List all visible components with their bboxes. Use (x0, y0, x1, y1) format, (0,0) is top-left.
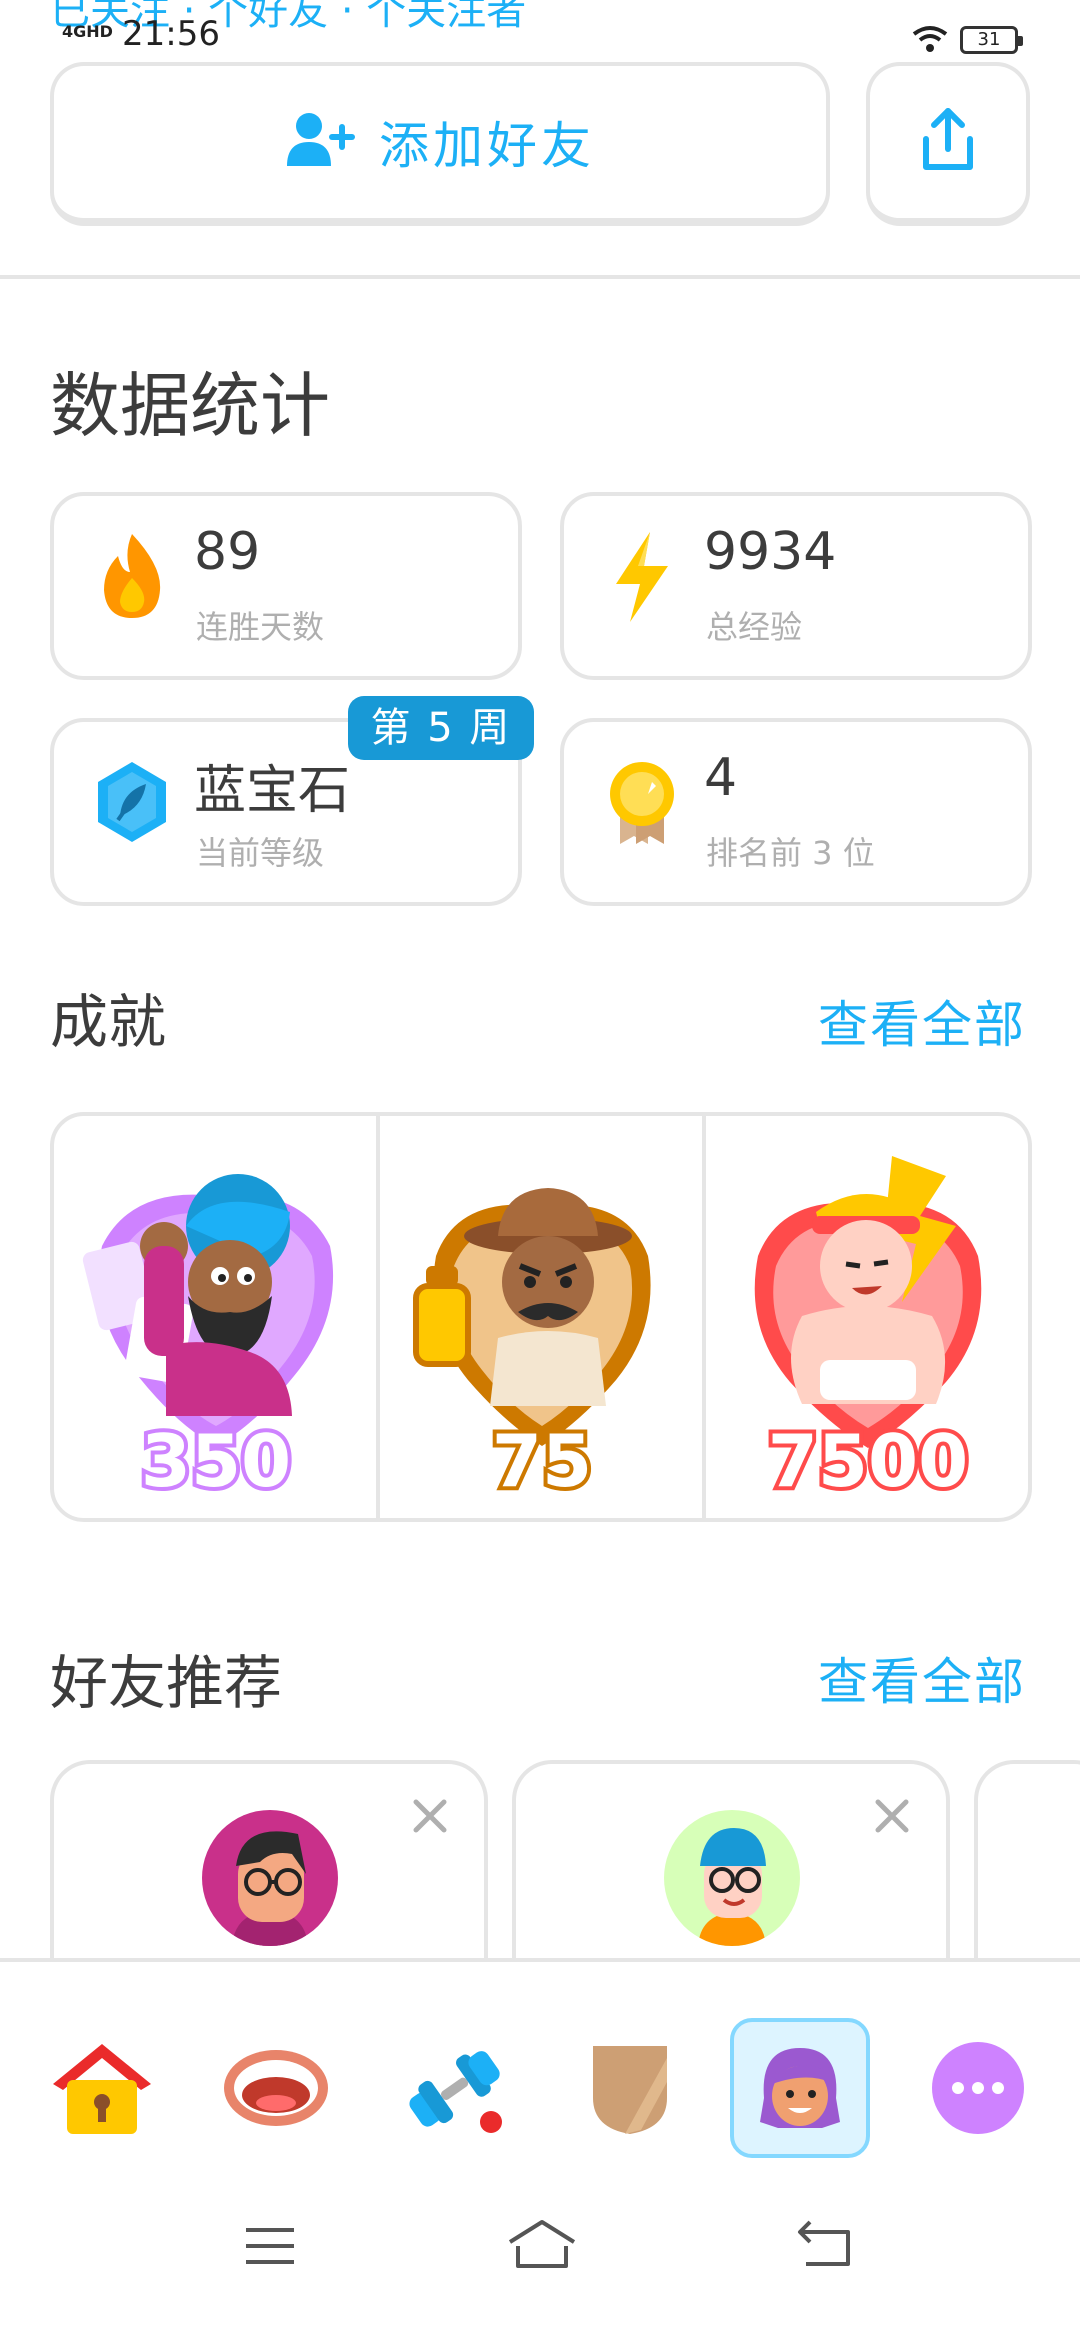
home-nav-icon[interactable] (506, 2216, 578, 2272)
section-divider (0, 275, 1080, 279)
friend-suggestion-card[interactable] (974, 1760, 1080, 1980)
add-person-icon (285, 110, 357, 174)
home-icon (53, 2044, 151, 2134)
sapphire-league-icon (92, 752, 172, 852)
tab-more[interactable] (908, 2018, 1048, 2158)
achievements-panel: 350 75 7500 (50, 1112, 1032, 1522)
champion-achievement[interactable]: 7500 (706, 1116, 1028, 1518)
dumbbell-icon (409, 2051, 502, 2133)
add-friend-label: 添加好友 (379, 117, 595, 175)
share-button[interactable] (866, 62, 1030, 226)
mouth-icon (224, 2050, 328, 2126)
stats-title: 数据统计 (50, 365, 330, 447)
streak-label: 连胜天数 (196, 608, 325, 646)
league-value: 蓝宝石 (194, 761, 351, 821)
explorer-achievement[interactable]: 75 (380, 1116, 706, 1518)
week-badge: 第 5 周 (348, 696, 534, 760)
streak-stat-card: 89 连胜天数 (50, 492, 522, 680)
flame-icon (92, 526, 172, 626)
xp-value: 9934 (704, 522, 837, 582)
xp-stat-card: 9934 总经验 (560, 492, 1032, 680)
wizard-achievement[interactable]: 350 (54, 1116, 380, 1518)
more-icon (932, 2042, 1024, 2134)
avatar (202, 1810, 338, 1946)
battery-indicator: 31 (960, 26, 1023, 54)
network-indicator: 4GHD (62, 22, 113, 41)
wizard-achievement-icon: 350 (82, 1174, 334, 1507)
achievements-view-all-link[interactable]: 查看全部 (818, 985, 1026, 1057)
close-icon[interactable] (410, 1796, 450, 1836)
gold-medal-icon (602, 752, 682, 852)
achievements-title: 成就 (50, 988, 167, 1056)
menu-icon[interactable] (242, 2224, 298, 2268)
tab-home[interactable] (32, 2018, 172, 2158)
lightning-icon (602, 526, 682, 626)
friend-suggestions-title: 好友推荐 (50, 1649, 283, 1717)
friend-suggestion-card[interactable] (512, 1760, 950, 1980)
xp-label: 总经验 (706, 608, 803, 646)
top-finish-value: 4 (704, 748, 738, 808)
add-friend-button[interactable]: 添加好友 (50, 62, 830, 226)
status-time: 21:56 (122, 14, 220, 54)
wifi-icon (910, 24, 950, 58)
league-label: 当前等级 (196, 834, 325, 872)
explorer-achievement-icon: 75 (413, 1188, 651, 1507)
friend-suggestions-view-all-link[interactable]: 查看全部 (818, 1642, 1026, 1714)
shield-icon (593, 2046, 667, 2134)
status-bar: 4GHD 21:56 31 (0, 0, 1080, 64)
back-icon[interactable] (796, 2218, 852, 2270)
close-icon[interactable] (872, 1796, 912, 1836)
avatar-icon (760, 2048, 840, 2128)
top-finish-stat-card: 4 排名前 3 位 (560, 718, 1032, 906)
tab-leagues[interactable] (560, 2018, 700, 2158)
explorer-achievement-value: 75 (492, 1419, 592, 1503)
top-finish-label: 排名前 3 位 (706, 834, 875, 872)
friend-suggestion-card[interactable] (50, 1760, 488, 1980)
wizard-achievement-value: 350 (141, 1419, 291, 1503)
avatar (664, 1810, 800, 1946)
tab-practice[interactable] (384, 2018, 524, 2158)
bottom-tab-bar (0, 1958, 1080, 2168)
tab-speaking[interactable] (206, 2018, 346, 2158)
streak-value: 89 (194, 522, 261, 582)
share-icon (916, 105, 980, 179)
champion-achievement-value: 7500 (768, 1419, 968, 1503)
system-nav-bar (0, 2168, 1080, 2340)
tab-profile[interactable] (730, 2018, 870, 2158)
champion-achievement-icon: 7500 (754, 1156, 982, 1507)
